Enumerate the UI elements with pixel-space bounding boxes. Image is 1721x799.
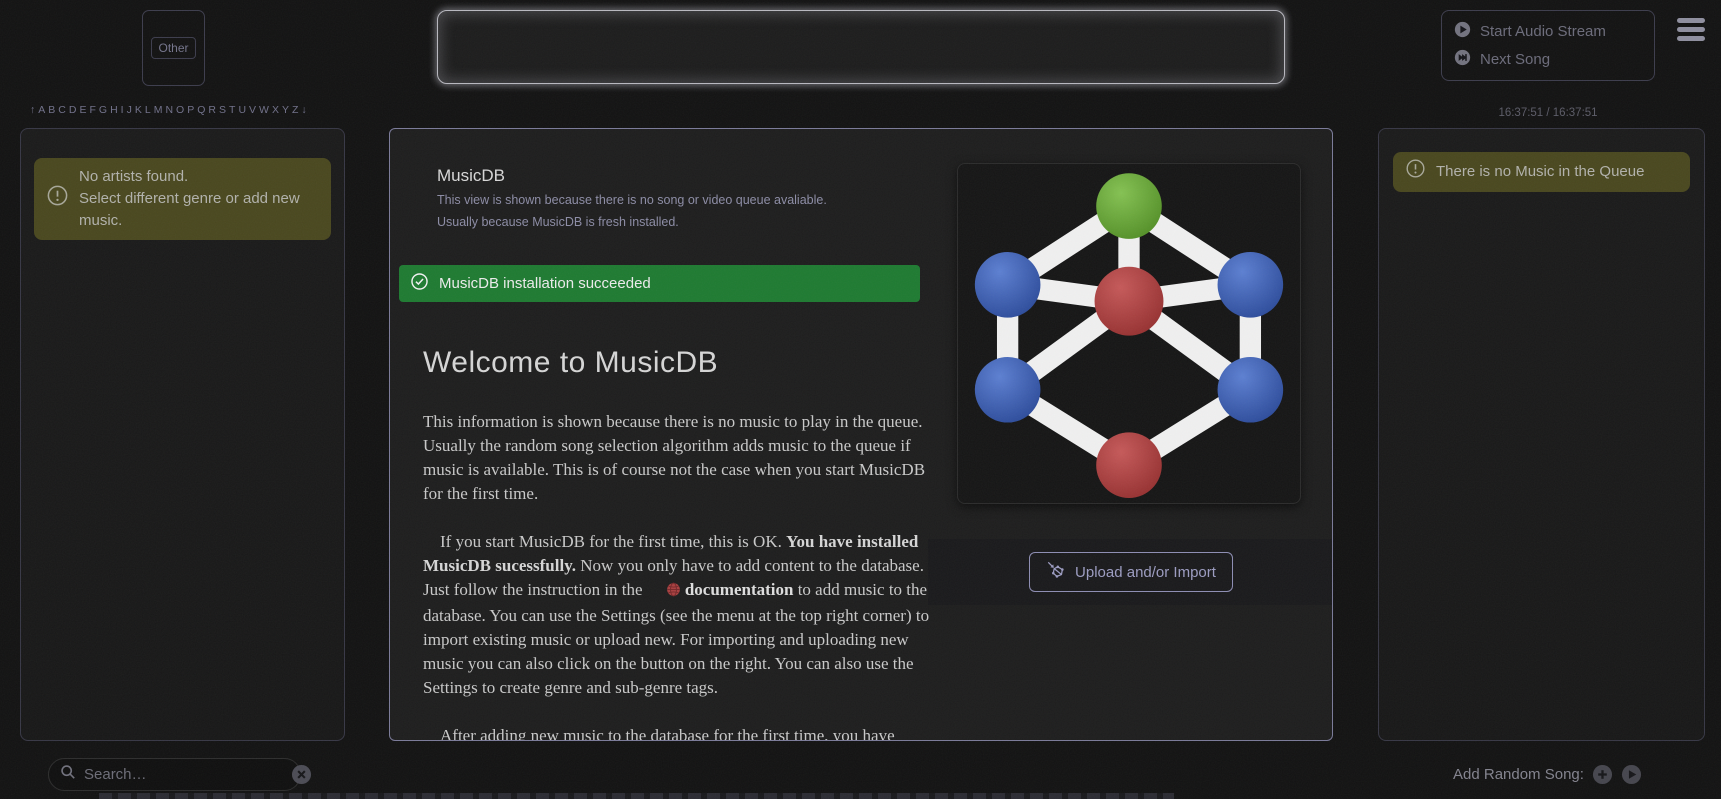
bottom-edge-element [99,793,1174,799]
search-icon [60,764,76,785]
upload-import-label: Upload and/or Import [1075,563,1216,581]
alphabet-up-arrow[interactable]: ↑ [30,104,35,116]
upload-band: Upload and/or Import [928,539,1332,605]
import-icon [1046,560,1066,584]
welcome-paragraph-1: This information is shown because there … [423,412,926,503]
add-random-song-label: Add Random Song: [1453,766,1584,783]
genre-other-button[interactable]: Other [151,37,196,59]
warning-line-2: Select different genre or add new music. [79,190,300,229]
add-random-song-button[interactable] [1592,764,1613,785]
skip-next-icon [1454,49,1471,70]
alphabet-letter-P[interactable]: P [187,104,194,116]
welcome-paragraph-3: After adding new music to the database f… [440,726,895,741]
alphabet-letter-F[interactable]: F [89,104,95,116]
alphabet-letter-D[interactable]: D [69,104,77,116]
clear-search-button[interactable] [291,764,312,785]
next-song-button[interactable]: Next Song [1454,49,1642,70]
check-circle-icon [410,272,429,295]
start-audio-stream-button[interactable]: Start Audio Stream [1454,21,1642,42]
alphabet-letter-G[interactable]: G [99,104,107,116]
hud-artwork-box [437,10,1285,84]
alphabet-letter-H[interactable]: H [110,104,118,116]
no-artists-warning: No artists found. Select different genre… [34,158,331,240]
alphabet-bar: ↑ A B C D E F G H I J K L M N O P Q R S T U V W X Y Z ↓ [30,104,330,116]
queue-panel: There is no Music in the Queue [1378,128,1705,741]
genre-selection-box: Other [142,10,205,86]
add-random-song-controls: Add Random Song: [1453,764,1642,785]
main-menu-button[interactable] [1677,18,1705,45]
empty-queue-warning-text: There is no Music in the Queue [1436,163,1645,180]
alphabet-letter-Y[interactable]: Y [282,104,289,116]
installation-success-text: MusicDB installation succeeded [439,275,651,292]
alphabet-letter-M[interactable]: M [154,104,163,116]
alphabet-letter-J[interactable]: J [127,104,132,116]
alphabet-letter-B[interactable]: B [48,104,55,116]
paragraph-2-text: If you start MusicDB for the first time,… [440,532,787,551]
warning-line-1: No artists found. [79,168,189,185]
network-graph-logo-image [974,172,1284,498]
alphabet-letter-W[interactable]: W [259,104,269,116]
warning-icon [46,184,69,214]
alphabet-letter-L[interactable]: L [145,104,151,116]
search-box [48,758,312,791]
alphabet-letter-C[interactable]: C [58,104,66,116]
menu-bar-icon [1677,18,1705,23]
musicdb-logo [957,163,1301,504]
alphabet-letter-T[interactable]: T [229,104,235,116]
alphabet-down-arrow[interactable]: ↓ [301,104,306,116]
menu-bar-icon [1677,27,1705,32]
warning-icon [1405,158,1426,186]
welcome-body: This information is shown because there … [423,410,930,741]
musicdb-welcome-panel: MusicDB This view is shown because there… [389,128,1333,741]
alphabet-letter-I[interactable]: I [121,104,124,116]
alphabet-letter-Z[interactable]: Z [292,104,298,116]
alphabet-letter-R[interactable]: R [208,104,216,116]
stream-controls: Start Audio Stream Next Song [1441,10,1655,81]
alphabet-letter-K[interactable]: K [135,104,142,116]
documentation-link[interactable]: documentation [685,580,794,599]
alphabet-letter-X[interactable]: X [272,104,279,116]
start-audio-stream-label: Start Audio Stream [1480,22,1606,40]
alphabet-letter-N[interactable]: N [165,104,173,116]
alphabet-letter-A[interactable]: A [38,104,45,116]
alphabet-letter-O[interactable]: O [176,104,184,116]
alphabet-letter-U[interactable]: U [238,104,246,116]
menu-bar-icon [1677,36,1705,41]
play-random-song-button[interactable] [1621,764,1642,785]
alphabet-letter-S[interactable]: S [219,104,226,116]
search-input[interactable] [84,766,283,783]
welcome-paragraph-2: If you start MusicDB for the first time,… [423,530,930,700]
alphabet-letter-Q[interactable]: Q [197,104,205,116]
empty-queue-warning: There is no Music in the Queue [1393,152,1690,192]
play-circle-icon [1454,21,1471,42]
alphabet-letter-V[interactable]: V [249,104,256,116]
installation-success-banner: MusicDB installation succeeded [399,265,920,302]
upload-import-button[interactable]: Upload and/or Import [1029,552,1233,592]
next-song-label: Next Song [1480,51,1551,69]
stream-time: 16:37:51 / 16:37:51 [1498,107,1598,119]
artists-panel: No artists found. Select different genre… [20,128,345,741]
globe-icon [649,580,681,604]
alphabet-letter-E[interactable]: E [79,104,86,116]
no-artists-warning-text: No artists found. Select different genre… [79,166,319,232]
